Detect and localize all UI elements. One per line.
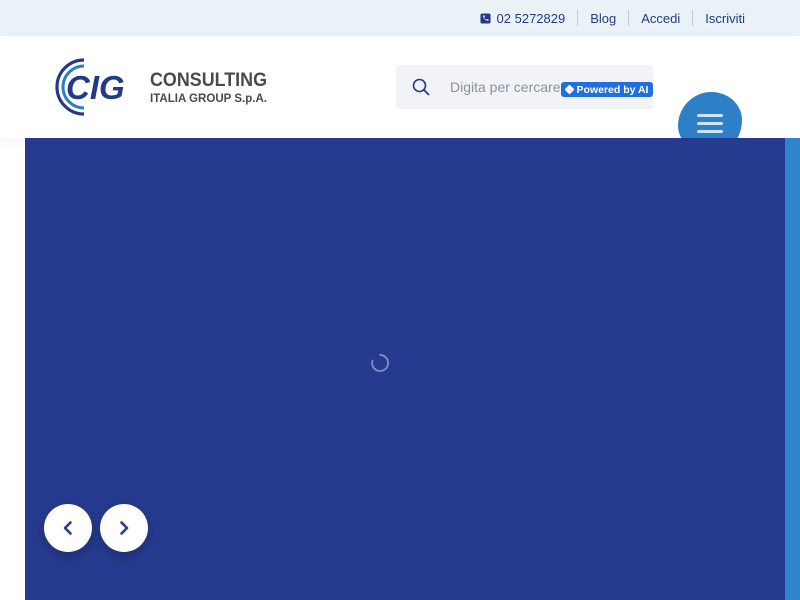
slider-prev-button[interactable]: [44, 504, 92, 552]
blog-link[interactable]: Blog: [590, 11, 616, 26]
company-logo[interactable]: CIG CONSULTING ITALIA GROUP S.p.A.: [54, 56, 269, 118]
phone-icon: [479, 12, 491, 24]
logo-mark: CIG: [66, 69, 125, 106]
signup-link[interactable]: Iscriviti: [705, 11, 745, 26]
ai-badge: Powered by AI: [561, 82, 653, 97]
search-icon[interactable]: [412, 78, 430, 96]
slider-next-button[interactable]: [100, 504, 148, 552]
chevron-right-icon: [120, 521, 129, 535]
logo-line1: CONSULTING: [150, 70, 267, 91]
hamburger-icon-bar: [697, 129, 723, 133]
divider: [577, 10, 579, 26]
site-header: CIG CONSULTING ITALIA GROUP S.p.A. Power…: [0, 36, 800, 154]
divider: [692, 10, 694, 26]
logo-line2: ITALIA GROUP S.p.A.: [150, 91, 267, 105]
spinner-icon: [371, 354, 389, 372]
ai-badge-label: Powered by AI: [576, 83, 649, 96]
divider: [628, 10, 630, 26]
login-link[interactable]: Accedi: [641, 11, 680, 26]
top-utility-links: 02 5272829 Blog Accedi Iscriviti: [479, 0, 745, 36]
chevron-left-icon: [63, 521, 72, 535]
phone-number: 02 5272829: [496, 10, 566, 26]
next-slide-peek: [785, 138, 800, 600]
top-utility-bar: 02 5272829 Blog Accedi Iscriviti: [0, 0, 800, 36]
phone-link[interactable]: 02 5272829: [479, 10, 566, 26]
hamburger-icon: [697, 113, 723, 117]
hamburger-icon-bar: [697, 121, 723, 125]
sparkle-icon: [564, 84, 574, 95]
